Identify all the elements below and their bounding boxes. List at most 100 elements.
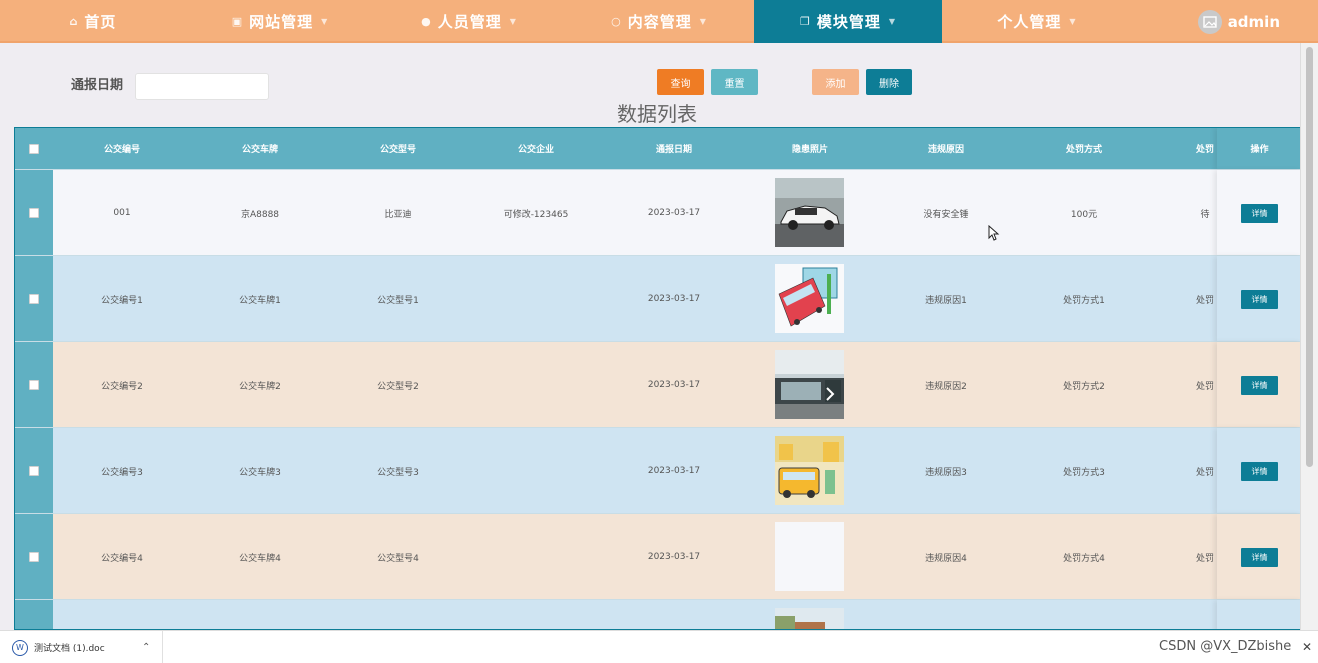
user-menu[interactable]: admin [1197,0,1280,43]
message-icon: ○ [611,15,622,28]
close-icon[interactable]: ✕ [1302,640,1312,654]
home-icon: ⌂ [69,15,79,28]
row-checkbox[interactable] [29,380,39,390]
cell-penalty: 处罚方式1 [1063,295,1105,306]
vertical-scrollbar[interactable] [1300,43,1318,630]
cell-reason: 违规原因2 [925,381,967,392]
row-select-cell [15,256,53,342]
cell-id: 公交编号3 [101,467,143,478]
col-header-actions: 操作 [1217,128,1300,169]
chevron-down-icon: ▼ [888,17,897,26]
col-header[interactable]: 违规原因 [877,128,1015,169]
hazard-photo[interactable] [775,264,844,333]
cell-plate: 公交车牌1 [239,295,281,306]
chevron-up-icon[interactable]: ⌃ [142,642,150,653]
table-row: 001 京A8888 比亚迪 可修改-123465 2023-03-17 没有安全锤 100… [15,169,1300,256]
cell-company [467,514,605,600]
date-search-input[interactable] [135,73,269,100]
nav-item-label: 人员管理 [437,13,502,31]
col-header[interactable]: 公交编号 [53,128,191,169]
row-checkbox[interactable] [29,208,39,218]
cell-model: 公交型号4 [377,553,419,564]
cell-plate: 公交车牌4 [239,553,281,564]
cell-reason: 违规原因3 [925,467,967,478]
cell-model: 比亚迪 [384,209,412,220]
hazard-photo[interactable] [775,350,844,419]
avatar [1197,9,1222,34]
image-icon [1202,15,1217,28]
hazard-photo[interactable] [775,436,844,505]
row-select-cell [15,342,53,428]
search-label: 通报日期 [71,78,124,93]
detail-button[interactable]: 详情 [1241,547,1278,567]
chevron-down-icon: ▼ [1069,17,1077,26]
detail-button[interactable]: 详情 [1241,375,1278,395]
cell-id: 001 [113,208,131,218]
download-item[interactable]: W 测试文档 (1).doc ⌃ [0,631,163,663]
actions-cell [1217,600,1300,629]
hazard-photo[interactable] [775,522,844,591]
nav-item-module[interactable]: ❐ 模块管理 ▼ [754,0,942,43]
cell-date: 2023-03-17 [647,208,701,218]
chevron-down-icon: ▼ [321,17,329,26]
col-header[interactable]: 通报日期 [605,128,743,169]
download-bar: W 测试文档 (1).doc ⌃ [0,630,1318,663]
nav-item-content[interactable]: ○ 内容管理 ▼ [564,0,754,43]
table-row: 公交编号1 公交车牌1 公交型号1 2023-03-17 违规原因1 处罚方式1 处罚 详情 [15,255,1300,342]
chevron-down-icon: ▼ [509,17,517,26]
data-table: 公交编号 公交车牌 公交型号 公交企业 通报日期 隐患照片 违规原因 处罚方式 … [14,127,1301,630]
col-header[interactable]: 公交企业 [467,128,605,169]
cell-model: 公交型号3 [377,467,419,478]
query-button[interactable]: 查询 [657,69,704,95]
col-header[interactable]: 公交型号 [329,128,467,169]
cell-date: 2023-03-17 [647,294,701,304]
hazard-photo[interactable] [775,608,844,630]
cell-plate: 公交车牌3 [239,467,281,478]
nav-item-home[interactable]: ⌂ 首页 [0,0,186,43]
row-select-cell [15,600,53,629]
select-all-cell [15,128,53,169]
detail-button[interactable]: 详情 [1241,289,1278,309]
row-select-cell [15,514,53,600]
cell-company [467,256,605,342]
page-title: 数据列表 [617,102,697,126]
nav-item-site[interactable]: ▣ 网站管理 ▼ [186,0,374,43]
watermark: CSDN @VX_DZbishe [1159,639,1292,654]
actions-cell: 详情 [1217,428,1300,514]
cell-id: 公交编号4 [101,553,143,564]
col-header[interactable]: 隐患照片 [743,128,877,169]
detail-button[interactable]: 详情 [1241,461,1278,481]
cell-company [467,428,605,514]
cell-date: 2023-03-17 [647,552,701,562]
col-header[interactable]: 处罚方式 [1015,128,1153,169]
cell-penalty: 处罚方式2 [1063,381,1105,392]
cell-model: 公交型号1 [377,295,419,306]
hazard-photo[interactable] [775,178,844,247]
delete-button[interactable]: 删除 [866,69,912,95]
cell-id: 公交编号2 [101,381,143,392]
module-icon: ❐ [799,15,811,28]
row-select-cell [15,170,53,256]
monitor-icon: ▣ [231,15,244,28]
scrollbar-thumb[interactable] [1306,47,1313,467]
actions-cell: 详情 [1217,342,1300,428]
reset-button[interactable]: 重置 [711,69,758,95]
nav-item-label: 网站管理 [249,13,314,31]
row-checkbox[interactable] [29,552,39,562]
select-all-checkbox[interactable] [29,143,39,154]
cell-model: 公交型号2 [377,381,419,392]
table-row: 公交编号4 公交车牌4 公交型号4 2023-03-17 违规原因4 处罚方式4 处罚 详情 [15,513,1300,600]
row-checkbox[interactable] [29,466,39,476]
cell-penalty: 处罚方式3 [1063,467,1105,478]
add-button[interactable]: 添加 [812,69,859,95]
cell-date: 2023-03-17 [647,380,701,390]
row-checkbox[interactable] [29,294,39,304]
cell-reason: 违规原因1 [925,295,967,306]
nav-item-people[interactable]: ● 人员管理 ▼ [374,0,564,43]
cell-id: 公交编号1 [101,295,143,306]
detail-button[interactable]: 详情 [1241,203,1278,223]
cell-date: 2023-03-17 [647,466,701,476]
actions-cell: 详情 [1217,514,1300,600]
nav-item-personal[interactable]: 个人管理 ▼ [942,0,1132,43]
col-header[interactable]: 公交车牌 [191,128,329,169]
